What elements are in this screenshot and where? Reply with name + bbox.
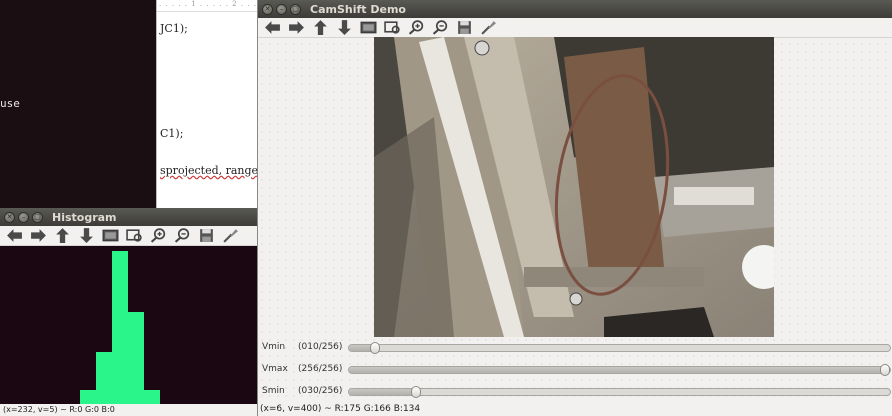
histogram-window: ✕ – □ Histogram (x=232, v=5) ~ R:0 G:0 B… [0,208,257,416]
window-title: Histogram [52,210,117,224]
histogram-canvas[interactable] [0,246,257,411]
arrow-right-icon[interactable] [28,227,49,245]
slider-vmax: Vmax (256/256) [258,360,892,380]
zoom-fit-icon[interactable] [382,19,403,37]
vmin-track[interactable] [348,342,891,354]
maximize-icon[interactable]: □ [32,211,43,223]
camera-frame[interactable] [374,37,774,337]
image-icon[interactable] [358,19,379,37]
slider-value: (256/256) [298,364,343,374]
arrow-left-icon[interactable] [262,19,283,37]
arrow-up-icon[interactable] [310,19,331,37]
code-line: C1); [160,127,184,140]
slider-label: Vmin [262,342,286,352]
arrow-left-icon[interactable] [4,227,25,245]
smin-track[interactable] [348,386,891,398]
terminal-text: use [0,97,20,110]
editor-ruler: . . . . . 1 . . . . . 2 . . . [157,0,261,12]
camshift-titlebar[interactable]: ✕ – □ CamShift Demo [258,0,892,18]
slider-value: (010/256) [298,342,343,352]
slider-fill [349,367,885,373]
camshift-toolbar [258,18,892,38]
histogram-bar [112,251,128,411]
desktop: use . . . . . 1 . . . . . 2 . . . JC1); … [0,0,892,416]
vmax-thumb[interactable] [880,364,890,376]
maximize-icon[interactable]: □ [290,3,301,15]
histogram-titlebar[interactable]: ✕ – □ Histogram [0,208,257,226]
histogram-bar [96,352,112,411]
slider-label: Smin [262,386,285,396]
save-icon[interactable] [454,19,475,37]
arrow-down-icon[interactable] [334,19,355,37]
slider-value: (030/256) [298,386,343,396]
window-title: CamShift Demo [310,2,406,16]
arrow-up-icon[interactable] [52,227,73,245]
vmax-track[interactable] [348,364,891,376]
slider-fill [349,389,416,395]
slider-label: Vmax [262,364,288,374]
zoom-fit-icon[interactable] [124,227,145,245]
histogram-bar [128,312,144,411]
camshift-window: ✕ – □ CamShift Demo Vmin (010/256) Vmax … [257,0,892,416]
camshift-status: (x=6, v=400) ~ R:175 G:166 B:134 [258,403,892,416]
terminal-window: use [0,0,160,210]
zoom-out-icon[interactable] [430,19,451,37]
image-icon[interactable] [100,227,121,245]
close-icon[interactable]: ✕ [4,211,15,223]
histogram-toolbar [0,226,257,246]
arrow-down-icon[interactable] [76,227,97,245]
slider-smin: Smin (030/256) [258,382,892,402]
code-line: JC1); [160,22,188,35]
zoom-in-icon[interactable] [148,227,169,245]
minimize-icon[interactable]: – [18,211,29,223]
code-line: sprojected, ranges); [160,164,272,177]
properties-icon[interactable] [478,19,499,37]
vmin-thumb[interactable] [370,342,380,354]
minimize-icon[interactable]: – [276,3,287,15]
camera-image [374,37,774,337]
save-icon[interactable] [196,227,217,245]
zoom-in-icon[interactable] [406,19,427,37]
zoom-out-icon[interactable] [172,227,193,245]
histogram-status: (x=232, v=5) ~ R:0 G:0 B:0 [0,404,257,416]
editor-window: . . . . . 1 . . . . . 2 . . . JC1); C1);… [156,0,272,210]
slider-vmin: Vmin (010/256) [258,338,892,358]
close-icon[interactable]: ✕ [262,3,273,15]
arrow-right-icon[interactable] [286,19,307,37]
properties-icon[interactable] [220,227,241,245]
smin-thumb[interactable] [411,386,421,398]
